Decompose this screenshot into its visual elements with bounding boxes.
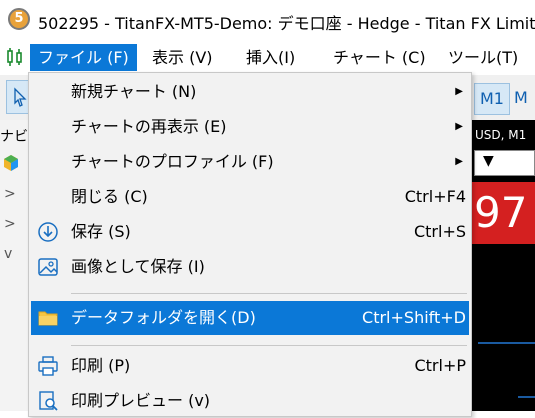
menu-item-label: 保存 (S) — [71, 222, 131, 241]
submenu-arrow-icon: ▶ — [455, 121, 463, 132]
chart-symbol-label: USD, M1 — [475, 128, 527, 142]
menu-view[interactable]: 表示 (V) — [144, 44, 221, 71]
image-icon — [38, 258, 58, 276]
menu-item-label: チャートのプロファイル (F) — [71, 152, 274, 171]
navigator-panel: ナビ > > v — [0, 120, 28, 411]
chart-price-line — [478, 342, 535, 344]
app-logo-icon: 5 — [8, 8, 30, 30]
title-bar: 5 502295 - TitanFX-MT5-Demo: デモ口座 - Hedg… — [0, 0, 535, 40]
window-title: 502295 - TitanFX-MT5-Demo: デモ口座 - Hedge … — [38, 14, 535, 33]
print-preview-icon — [39, 391, 58, 411]
menu-item-print-preview[interactable]: 印刷プレビュー (v) — [29, 384, 471, 418]
price-display: 97 — [472, 182, 535, 244]
tree-expander[interactable]: > — [4, 186, 16, 202]
menu-item-reopen-chart[interactable]: チャートの再表示 (E) ▶ — [29, 110, 471, 144]
menu-item-chart-profiles[interactable]: チャートのプロファイル (F) ▶ — [29, 145, 471, 179]
menu-item-shortcut: Ctrl+P — [414, 356, 466, 375]
submenu-arrow-icon: ▶ — [455, 86, 463, 97]
menu-item-label: 印刷 (P) — [71, 356, 131, 375]
chart-price-line — [518, 396, 535, 398]
account-tree-icon — [4, 155, 18, 171]
menu-item-new-chart[interactable]: 新規チャート (N) ▶ — [29, 75, 471, 109]
menu-item-save-as-image[interactable]: 画像として保存 (I) — [29, 250, 471, 284]
menu-item-label: 新規チャート (N) — [71, 82, 197, 101]
menu-item-save[interactable]: 保存 (S) Ctrl+S — [29, 215, 471, 249]
chevron-down-icon: ▼ — [483, 153, 494, 169]
chart-dropdown[interactable]: ▼ — [474, 150, 535, 176]
navigator-title: ナビ — [0, 129, 28, 145]
menu-item-shortcut: Ctrl+F4 — [404, 187, 466, 206]
menu-tools[interactable]: ツール(T) — [440, 44, 526, 71]
timeframe-next-button[interactable]: M — [514, 83, 535, 115]
menu-item-shortcut: Ctrl+S — [413, 222, 466, 241]
menu-item-label: チャートの再表示 (E) — [71, 117, 227, 136]
menu-item-print[interactable]: 印刷 (P) Ctrl+P — [29, 349, 471, 383]
menu-item-label: 閉じる (C) — [71, 187, 148, 206]
menu-separator — [71, 293, 467, 294]
submenu-arrow-icon: ▶ — [455, 156, 463, 167]
menu-file[interactable]: ファイル (F) — [30, 44, 137, 71]
menu-insert[interactable]: 挿入(I) — [238, 44, 303, 71]
file-menu-dropdown: 新規チャート (N) ▶ チャートの再表示 (E) ▶ チャートのプロファイル … — [28, 72, 472, 417]
tree-expander[interactable]: v — [4, 246, 12, 262]
tree-expander[interactable]: > — [4, 216, 16, 232]
menu-separator — [71, 345, 467, 346]
menu-item-close[interactable]: 閉じる (C) Ctrl+F4 — [29, 180, 471, 214]
printer-icon — [38, 356, 58, 376]
menu-item-open-data-folder[interactable]: データフォルダを開く(D) Ctrl+Shift+D — [31, 301, 469, 335]
menu-chart[interactable]: チャート (C) — [325, 44, 434, 71]
menu-item-label: データフォルダを開く(D) — [71, 308, 256, 327]
save-icon — [38, 222, 58, 242]
menu-item-label: 印刷プレビュー (v) — [71, 391, 211, 410]
timeframe-m1-button[interactable]: M1 — [474, 83, 510, 115]
candlestick-icon[interactable] — [4, 46, 26, 68]
menu-item-label: 画像として保存 (I) — [71, 257, 205, 276]
menu-item-shortcut: Ctrl+Shift+D — [362, 308, 466, 327]
folder-icon — [38, 311, 58, 326]
menu-bar: ファイル (F) 表示 (V) 挿入(I) チャート (C) ツール(T) — [0, 40, 535, 75]
